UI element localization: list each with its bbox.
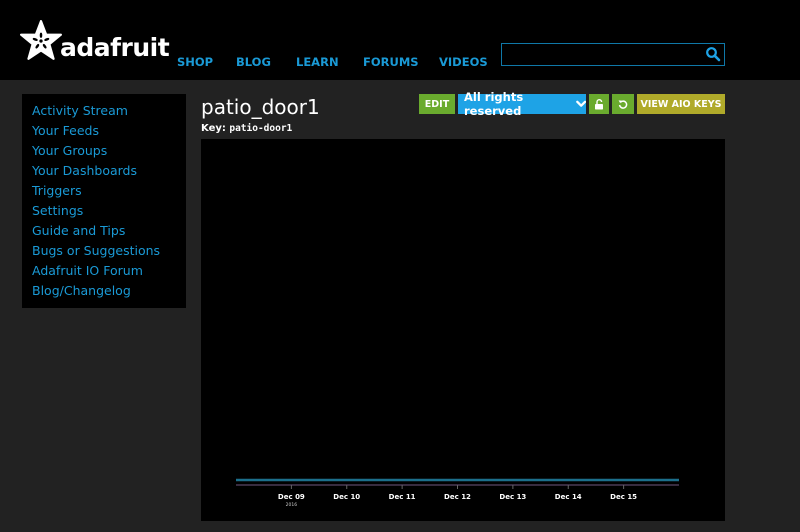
nav-learn[interactable]: LEARN — [296, 55, 363, 69]
sidebar-item-your-groups[interactable]: Your Groups — [32, 141, 186, 161]
sidebar-item-adafruit-io-forum[interactable]: Adafruit IO Forum — [32, 261, 186, 281]
feed-title: patio_door1 — [201, 95, 320, 119]
x-tick-label: Dec 13 — [499, 493, 526, 501]
feed-key: Key: patio-door1 — [201, 123, 292, 134]
chevron-down-icon — [575, 100, 586, 107]
sidebar-item-triggers[interactable]: Triggers — [32, 181, 186, 201]
search-input[interactable] — [502, 45, 697, 65]
search-icon[interactable] — [705, 46, 721, 62]
main-nav: SHOP BLOG LEARN FORUMS VIDEOS — [177, 55, 488, 69]
sidebar-item-your-feeds[interactable]: Your Feeds — [32, 121, 186, 141]
feed-chart: Dec 09 Dec 10 Dec 11 Dec 12 Dec 13 Dec 14 Dec … — [201, 139, 725, 521]
edit-button[interactable]: EDIT — [419, 94, 455, 114]
top-bar: adafruit SHOP BLOG LEARN FORUMS VIDEOS — [0, 0, 800, 80]
privacy-toggle-button[interactable] — [589, 94, 609, 114]
chart-svg: Dec 09 Dec 10 Dec 11 Dec 12 Dec 13 Dec 14 Dec … — [236, 478, 679, 508]
x-tick-label: Dec 14 — [555, 493, 582, 501]
sidebar-item-settings[interactable]: Settings — [32, 201, 186, 221]
sidebar-item-your-dashboards[interactable]: Your Dashboards — [32, 161, 186, 181]
sidebar-item-guide-and-tips[interactable]: Guide and Tips — [32, 221, 186, 241]
sidebar: Activity Stream Your Feeds Your Groups Y… — [22, 94, 186, 308]
sidebar-item-activity-stream[interactable]: Activity Stream — [32, 101, 186, 121]
x-tick-label: Dec 11 — [389, 493, 416, 501]
x-tick-label: Dec 12 — [444, 493, 471, 501]
nav-shop[interactable]: SHOP — [177, 55, 236, 69]
refresh-icon — [618, 100, 628, 109]
x-tick-label: Dec 15 — [610, 493, 637, 501]
view-aio-keys-button[interactable]: VIEW AIO KEYS — [637, 94, 725, 114]
nav-blog[interactable]: BLOG — [236, 55, 296, 69]
reset-button[interactable] — [612, 94, 634, 114]
sidebar-item-blog-changelog[interactable]: Blog/Changelog — [32, 281, 186, 301]
license-label: All rights reserved — [464, 90, 524, 118]
unlock-icon — [595, 98, 603, 109]
license-dropdown[interactable]: All rights reserved — [458, 90, 586, 118]
adafruit-logo[interactable]: adafruit — [20, 20, 170, 62]
feed-key-value: patio-door1 — [229, 123, 293, 134]
search-box — [501, 43, 725, 66]
x-tick-label: Dec 09 — [278, 493, 305, 501]
feed-key-label: Key: — [201, 123, 226, 134]
nav-videos[interactable]: VIDEOS — [439, 55, 488, 69]
feed-toolbar: EDIT All rights reserved VIEW AIO KEYS — [419, 90, 725, 118]
sidebar-item-bugs-or-suggestions[interactable]: Bugs or Suggestions — [32, 241, 186, 261]
x-tick-label: Dec 10 — [333, 493, 360, 501]
logo-text: adafruit — [60, 33, 170, 62]
star-flower-icon — [20, 20, 62, 60]
x-year-label: 2016 — [286, 502, 298, 508]
nav-forums[interactable]: FORUMS — [363, 55, 439, 69]
